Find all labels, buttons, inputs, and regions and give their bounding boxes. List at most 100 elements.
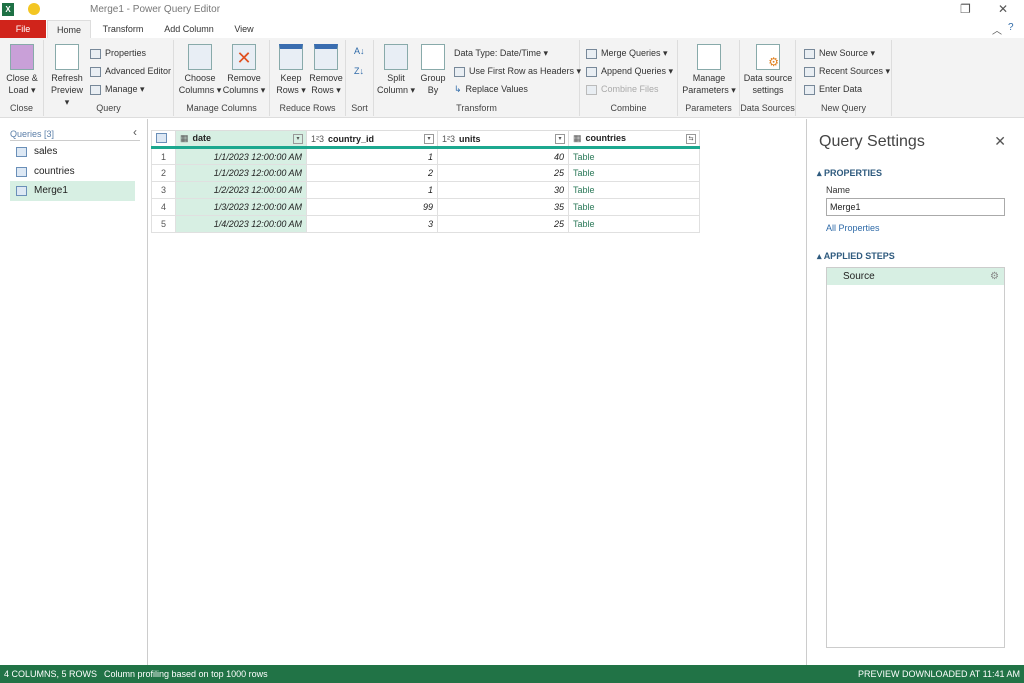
group-new-query: New Source ▾ Recent Sources ▾ Enter Data… [796,40,892,116]
column-header-countries[interactable]: ▦ countries ⇆ [568,130,700,149]
new-source-button[interactable]: New Source ▾ [804,48,875,59]
remove-columns-button[interactable]: ✕ Remove Columns ▾ [222,44,266,96]
replace-values-button[interactable]: ↳ Replace Values [454,84,528,95]
enter-data-button[interactable]: Enter Data [804,84,862,95]
row-number[interactable]: 4 [151,198,176,216]
countries-cell[interactable]: Table [568,164,700,182]
refresh-preview-button[interactable]: Refresh Preview ▾ [48,44,86,108]
row-number[interactable]: 1 [151,147,176,165]
table-menu-button[interactable] [151,130,176,149]
tab-transform[interactable]: Transform [96,20,150,38]
label: Source [843,271,875,282]
help-icon[interactable]: ? [1008,22,1014,33]
all-properties-link[interactable]: All Properties [826,223,880,233]
query-settings-pane: Query Settings ✕ ▴ PROPERTIES Name Merge… [806,119,1024,665]
name-input[interactable]: Merge1 [826,198,1005,216]
data-source-settings-button[interactable]: ⚙ Data source settings [742,44,794,96]
step-source[interactable]: Source ⚙ [827,268,1004,285]
smiley-feedback-icon[interactable] [28,3,40,15]
group-combine: Merge Queries ▾ Append Queries ▾ Combine… [580,40,678,116]
collapse-ribbon-icon[interactable]: ︿ [992,22,1002,37]
group-label: Parameters [685,103,732,113]
manage-parameters-button[interactable]: Manage Parameters ▾ [680,44,738,96]
label: Column ▾ [376,85,416,95]
label: countries [34,166,75,177]
filter-dropdown-icon[interactable]: ▾ [424,134,434,144]
label: Keep [280,73,302,83]
close-load-button[interactable]: Close & Load ▾ [4,44,40,96]
new-source-icon [804,48,815,59]
expand-column-icon[interactable]: ⇆ [686,134,696,144]
group-label: Manage Columns [186,103,257,113]
row-number[interactable]: 2 [151,164,176,182]
manage-button[interactable]: Manage ▾ [90,84,145,95]
ribbon: Close & Load ▾ Close Refresh Preview ▾ Pro… [0,38,1024,118]
date-cell[interactable]: 1/3/2023 12:00:00 AM [175,198,307,216]
group-label: New Query [820,103,866,113]
group-manage-columns: Choose Columns ▾ ✕ Remove Columns ▾ Manage … [174,40,270,116]
countries-cell[interactable]: Table [568,181,700,199]
choose-columns-icon [188,44,212,70]
query-item-merge1[interactable]: Merge1 [10,181,135,201]
query-item-sales[interactable]: sales [10,142,135,162]
countries-cell[interactable]: Table [568,198,700,216]
gear-icon[interactable]: ⚙ [990,268,999,285]
row-number[interactable]: 5 [151,215,176,233]
units-cell[interactable]: 25 [437,215,569,233]
recent-sources-button[interactable]: Recent Sources ▾ [804,66,890,77]
keep-rows-button[interactable]: Keep Rows ▾ [274,44,308,96]
country-id-cell[interactable]: 2 [306,164,438,182]
tab-home[interactable]: Home [47,20,91,38]
date-cell[interactable]: 1/1/2023 12:00:00 AM [175,164,307,182]
countries-cell[interactable]: Table [568,215,700,233]
units-cell[interactable]: 40 [437,147,569,165]
restore-icon[interactable]: ❐ [960,2,971,16]
date-cell[interactable]: 1/4/2023 12:00:00 AM [175,215,307,233]
append-queries-button[interactable]: Append Queries ▾ [586,66,673,77]
advanced-editor-button[interactable]: Advanced Editor [90,66,171,77]
row-number[interactable]: 3 [151,181,176,199]
column-header-country-id[interactable]: 1²3 country_id ▾ [306,130,438,149]
date-cell[interactable]: 1/1/2023 12:00:00 AM [175,147,307,165]
label: settings [752,85,784,95]
status-columns-rows: 4 COLUMNS, 5 ROWS [4,669,98,679]
query-item-countries[interactable]: countries [10,162,135,182]
filter-dropdown-icon[interactable]: ▾ [555,134,565,144]
split-column-button[interactable]: Split Column ▾ [376,44,416,96]
units-cell[interactable]: 35 [437,198,569,216]
label: Rows ▾ [276,85,306,95]
table-icon [16,147,27,157]
close-settings-icon[interactable]: ✕ [994,133,1006,150]
data-type-dropdown[interactable]: Data Type: Date/Time ▾ [454,48,548,59]
merge-queries-button[interactable]: Merge Queries ▾ [586,48,668,59]
close-window-icon[interactable]: ✕ [998,2,1008,16]
countries-cell[interactable]: Table [568,147,700,165]
remove-rows-button[interactable]: Remove Rows ▾ [308,44,344,96]
split-column-icon [384,44,408,70]
label: Replace Values [465,84,528,94]
sort-ascending-icon[interactable]: A↓ [354,46,365,56]
country-id-cell[interactable]: 3 [306,215,438,233]
label: PROPERTIES [824,168,883,178]
properties-button[interactable]: Properties [90,48,146,59]
sort-descending-icon[interactable]: Z↓ [354,66,364,76]
country-id-cell[interactable]: 1 [306,147,438,165]
group-by-icon [421,44,445,70]
tab-file[interactable]: File [0,20,46,38]
tab-add-column[interactable]: Add Column [158,20,220,38]
label: Data Type: Date/Time ▾ [454,48,549,58]
label: New Source ▾ [819,48,876,58]
choose-columns-button[interactable]: Choose Columns ▾ [178,44,222,96]
units-cell[interactable]: 30 [437,181,569,199]
date-cell[interactable]: 1/2/2023 12:00:00 AM [175,181,307,199]
column-header-units[interactable]: 1²3 units ▾ [437,130,569,149]
tab-view[interactable]: View [226,20,262,38]
group-by-button[interactable]: Group By [418,44,448,96]
column-header-date[interactable]: ▦ date ▾ [175,130,307,149]
filter-dropdown-icon[interactable]: ▾ [293,134,303,144]
use-first-row-headers-button[interactable]: Use First Row as Headers ▾ [454,66,581,77]
country-id-cell[interactable]: 1 [306,181,438,199]
country-id-cell[interactable]: 99 [306,198,438,216]
collapse-pane-icon[interactable]: ‹ [133,125,137,139]
units-cell[interactable]: 25 [437,164,569,182]
